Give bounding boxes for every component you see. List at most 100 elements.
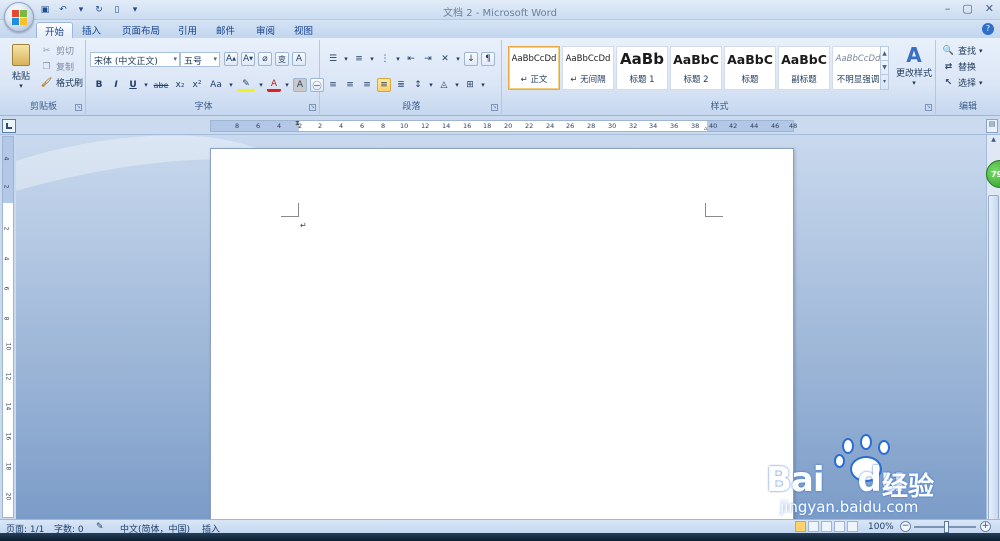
align-center-icon[interactable]: ≡	[343, 78, 357, 92]
zoom-in-icon[interactable]: +	[980, 521, 991, 532]
highlight-icon[interactable]: ✎	[237, 78, 255, 92]
ruler-number: 12	[4, 372, 12, 381]
shading-dropdown-icon[interactable]: ▾	[454, 78, 460, 92]
line-spacing-icon[interactable]: ↕	[411, 78, 425, 92]
tab-references[interactable]: 引用	[170, 22, 205, 38]
align-right-icon[interactable]: ≡	[360, 78, 374, 92]
close-icon[interactable]: ✕	[985, 2, 994, 15]
paste-button[interactable]: 粘贴 ▾	[8, 44, 34, 96]
styles-launcher-icon[interactable]: ↘	[925, 104, 932, 111]
right-indent-marker-icon[interactable]: ▵	[704, 124, 708, 132]
borders-dropdown-icon[interactable]: ▾	[480, 78, 486, 92]
minimize-icon[interactable]: –	[945, 2, 951, 15]
paragraph-launcher-icon[interactable]: ↘	[491, 104, 498, 111]
bullets-icon[interactable]: ☰	[326, 52, 340, 66]
style-heading-2[interactable]: AaBbC 标题 2	[670, 46, 722, 90]
copy-label: 复制	[56, 63, 75, 73]
help-icon[interactable]: ?	[982, 23, 994, 35]
show-marks-icon[interactable]: ¶	[481, 52, 495, 66]
tab-review[interactable]: 审阅	[248, 22, 283, 38]
grow-font-icon[interactable]: A ▲	[224, 52, 238, 66]
outline-icon[interactable]	[834, 521, 845, 532]
underline-button[interactable]: U	[126, 78, 140, 92]
style-subtitle[interactable]: AaBbC 副标题	[778, 46, 830, 90]
change-case-dropdown-icon[interactable]: ▾	[228, 78, 234, 92]
scroll-up-icon[interactable]: ▲	[988, 136, 999, 148]
sort-icon[interactable]: ↓	[464, 52, 478, 66]
tab-page-layout[interactable]: 页面布局	[114, 22, 168, 38]
find-button[interactable]: 🔍 查找 ▾	[942, 44, 983, 58]
full-screen-reading-icon[interactable]	[808, 521, 819, 532]
font-name-combo[interactable]: 宋体 (中文正文) ▾	[90, 52, 180, 67]
style-subtle-emphasis[interactable]: AaBbCcDd 不明显强调	[832, 46, 884, 90]
chinese-layout-icon[interactable]: ✕	[438, 52, 452, 66]
line-spacing-dropdown-icon[interactable]: ▾	[428, 78, 434, 92]
justify-icon[interactable]: ≡	[377, 78, 391, 92]
shading-icon[interactable]: ◬	[437, 78, 451, 92]
underline-dropdown-icon[interactable]: ▾	[143, 78, 149, 92]
borders-icon[interactable]: ⊞	[463, 78, 477, 92]
change-case-button[interactable]: Aa	[207, 78, 225, 92]
font-color-dropdown-icon[interactable]: ▾	[284, 78, 290, 92]
increase-indent-icon[interactable]: ⇥	[421, 52, 435, 66]
document-page[interactable]: ↵	[210, 148, 794, 519]
proofing-icon[interactable]: ✎	[96, 522, 104, 532]
select-button[interactable]: ↖ 选择 ▾	[942, 76, 983, 90]
tab-selector-button[interactable]	[2, 119, 16, 133]
clear-formatting-icon[interactable]: ⌀	[258, 52, 272, 66]
style-normal[interactable]: AaBbCcDd ↵ 正文	[508, 46, 560, 90]
view-ruler-button[interactable]: ▤	[986, 119, 998, 133]
numbering-dropdown-icon[interactable]: ▾	[369, 52, 375, 66]
change-styles-button[interactable]: A 更改样式 ▾	[894, 44, 934, 87]
numbering-icon[interactable]: ≡	[352, 52, 366, 66]
print-layout-icon[interactable]	[795, 521, 806, 532]
distributed-icon[interactable]: ≣	[394, 78, 408, 92]
tab-insert[interactable]: 插入	[74, 22, 109, 38]
indent-marker-icon[interactable]: ⧗	[295, 119, 300, 128]
highlight-dropdown-icon[interactable]: ▾	[258, 78, 264, 92]
tab-home[interactable]: 开始	[36, 22, 74, 38]
align-left-icon[interactable]: ≡	[326, 78, 340, 92]
tab-view[interactable]: 视图	[286, 22, 321, 38]
office-button[interactable]	[4, 2, 34, 32]
styles-gallery-scroll[interactable]: ▲ ▼ ▾	[880, 46, 889, 90]
vertical-ruler[interactable]: 4 2 2 4 6 8 10 12 14 16 18 20	[2, 136, 14, 518]
cut-button[interactable]: ✂ 剪切	[40, 44, 74, 58]
clipboard-launcher-icon[interactable]: ↘	[75, 104, 82, 111]
multilevel-dropdown-icon[interactable]: ▾	[395, 52, 401, 66]
strikethrough-button[interactable]: abe	[152, 78, 170, 92]
chinese-layout-dropdown-icon[interactable]: ▾	[455, 52, 461, 66]
multilevel-list-icon[interactable]: ⋮	[378, 52, 392, 66]
font-launcher-icon[interactable]: ↘	[309, 104, 316, 111]
maximize-icon[interactable]: ▢	[962, 2, 972, 15]
copy-button[interactable]: ❐ 复制	[40, 60, 75, 74]
style-no-spacing[interactable]: AaBbCcDd ↵ 无间隔	[562, 46, 614, 90]
style-heading-1[interactable]: AaBb 标题 1	[616, 46, 668, 90]
italic-button[interactable]: I	[109, 78, 123, 92]
font-color-icon[interactable]: A	[267, 78, 281, 92]
more-icon[interactable]: ▾	[881, 75, 888, 89]
decrease-indent-icon[interactable]: ⇤	[404, 52, 418, 66]
zoom-slider[interactable]	[914, 521, 976, 533]
shrink-font-icon[interactable]: A ▼	[241, 52, 255, 66]
style-title[interactable]: AaBbC 标题	[724, 46, 776, 90]
tab-mailings[interactable]: 邮件	[208, 22, 243, 38]
chevron-up-icon[interactable]: ▲	[881, 47, 888, 61]
font-size-combo[interactable]: 五号 ▾	[180, 52, 220, 67]
character-border-icon[interactable]: A	[292, 52, 306, 66]
zoom-slider-knob[interactable]	[944, 521, 949, 533]
zoom-level[interactable]: 100%	[868, 522, 894, 532]
chevron-down-icon[interactable]: ▼	[881, 61, 888, 75]
replace-button[interactable]: ⇄ 替换	[942, 60, 976, 74]
subscript-button[interactable]: x₂	[173, 78, 187, 92]
format-painter-button[interactable]: 🖌 格式刷	[40, 76, 83, 90]
bold-button[interactable]: B	[92, 78, 106, 92]
horizontal-ruler[interactable]: 8 6 4 2 2 4 6 8 10 12 14 16 18 20 22 24 …	[210, 119, 797, 132]
bullets-dropdown-icon[interactable]: ▾	[343, 52, 349, 66]
character-shading-icon[interactable]: A	[293, 78, 307, 92]
draft-icon[interactable]	[847, 521, 858, 532]
phonetic-guide-icon[interactable]: 变	[275, 52, 289, 66]
superscript-button[interactable]: x²	[190, 78, 204, 92]
zoom-out-icon[interactable]: −	[900, 521, 911, 532]
web-layout-icon[interactable]	[821, 521, 832, 532]
